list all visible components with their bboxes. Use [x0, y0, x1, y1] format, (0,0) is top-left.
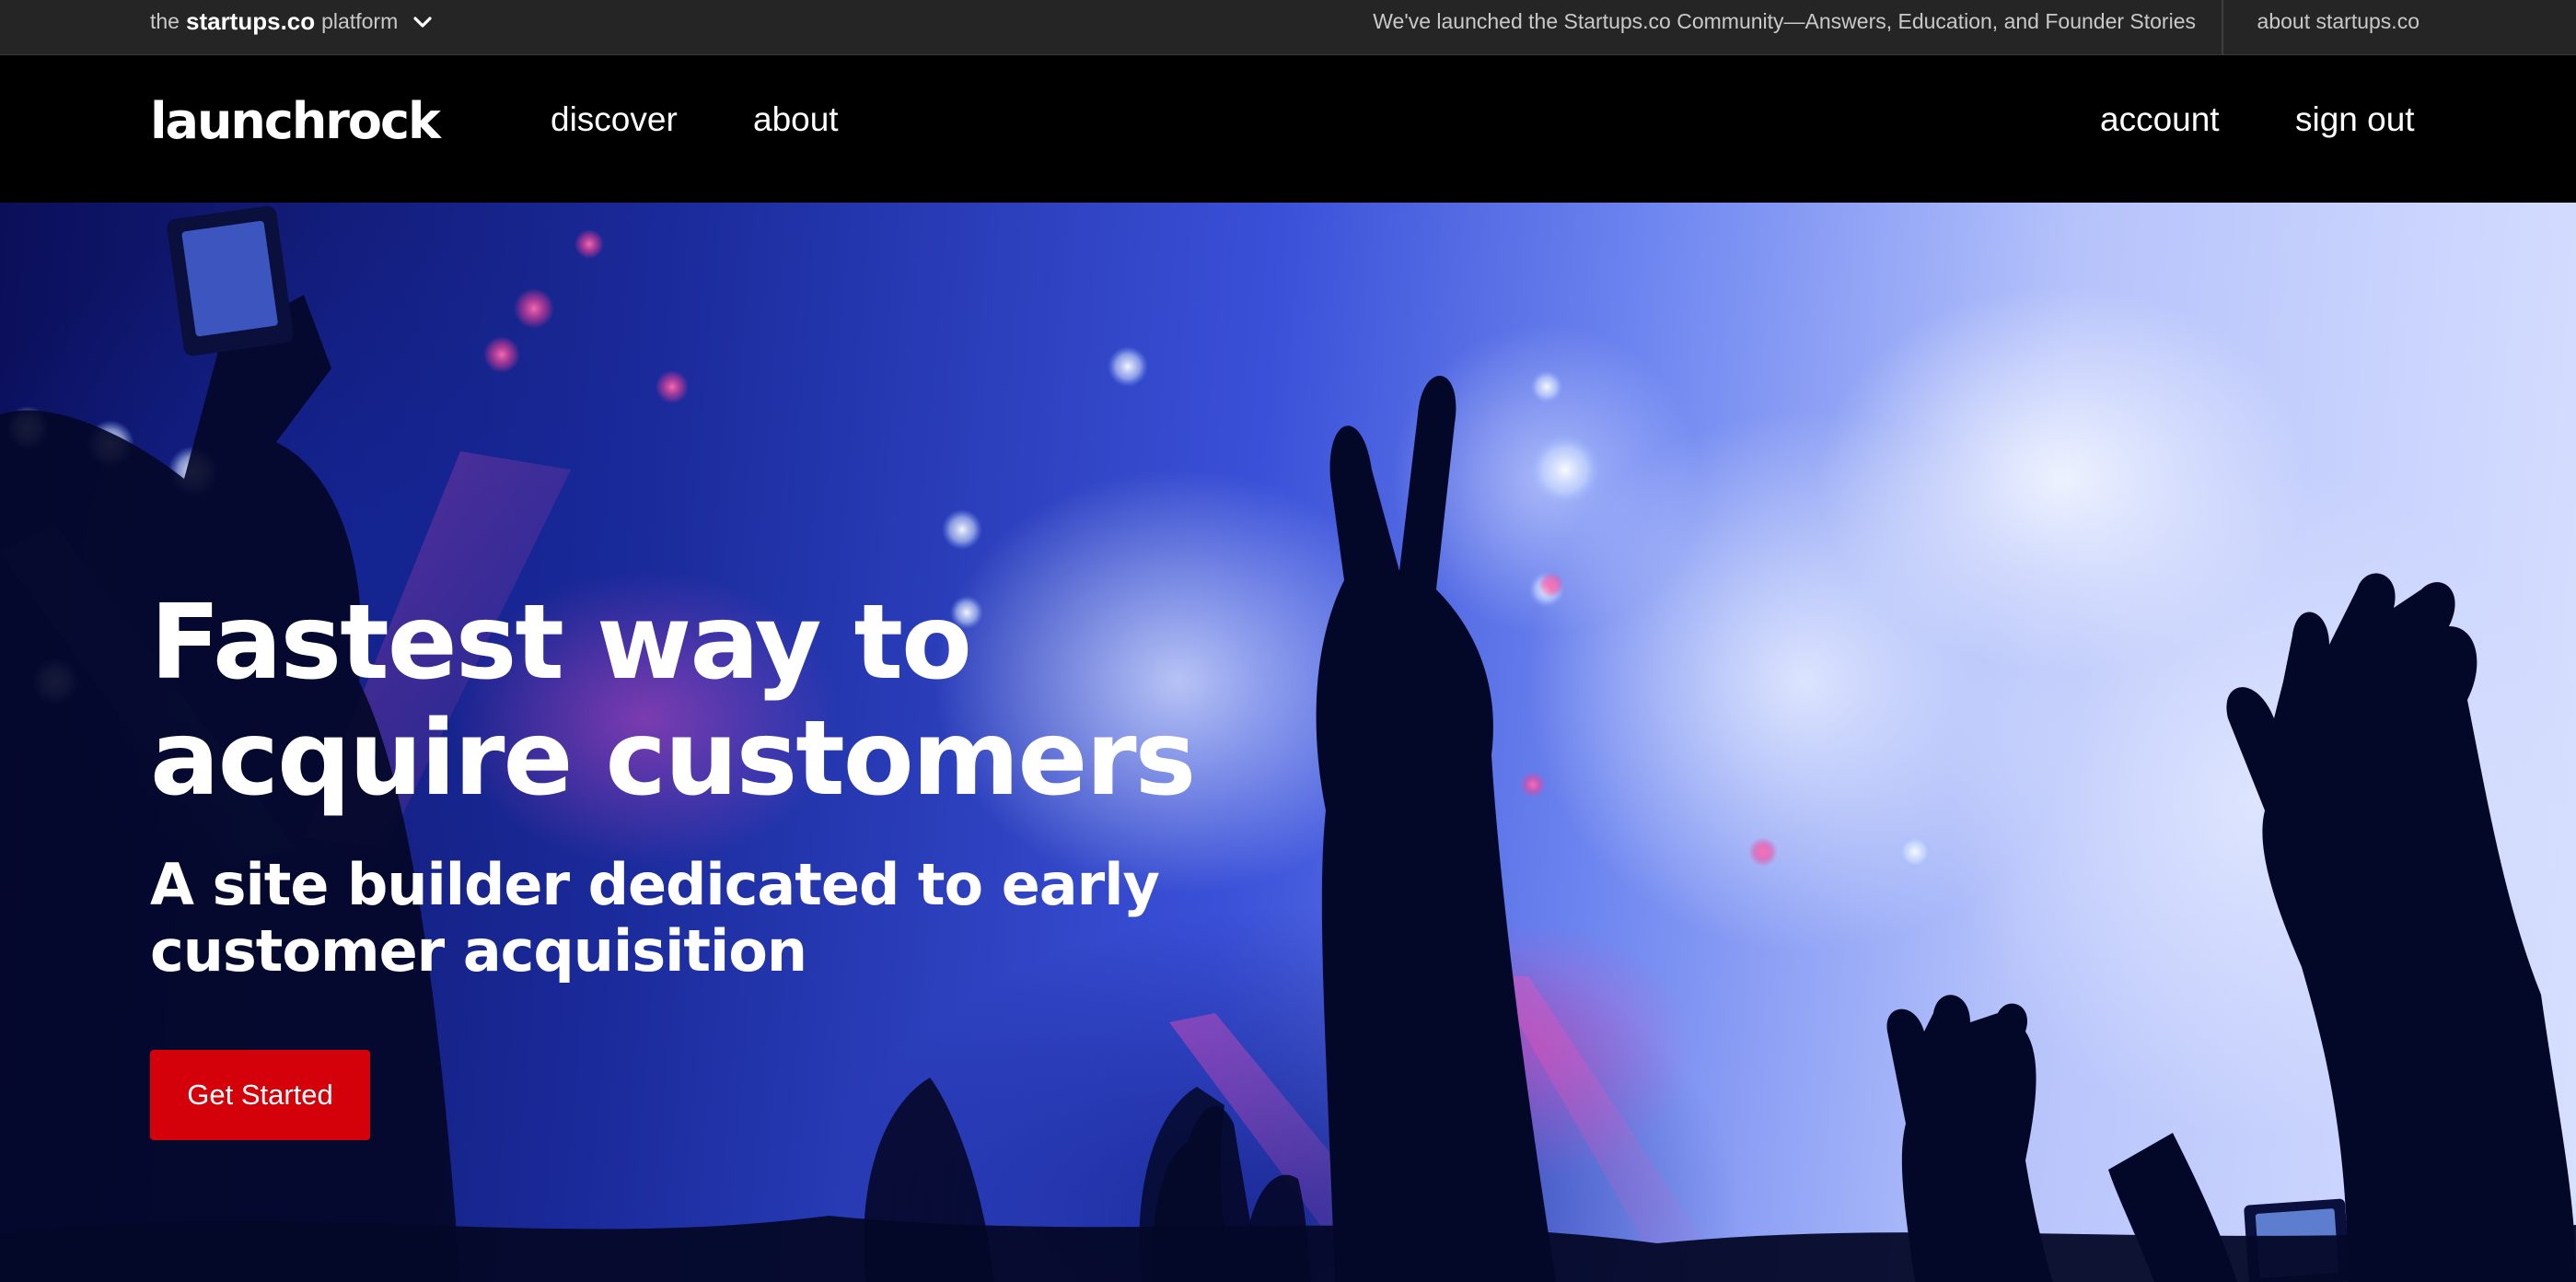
chevron-down-icon[interactable]: [412, 9, 433, 34]
platform-bar: the startups.co platform We've launched …: [0, 0, 2576, 55]
platform-brand: startups.co: [185, 6, 316, 35]
about-startups-link[interactable]: about startups.co: [2237, 0, 2419, 42]
nav-account[interactable]: account: [2100, 101, 2220, 138]
hero-subtitle: A site builder dedicated to early custom…: [150, 851, 1160, 985]
launchrock-logo[interactable]: launchrock: [150, 92, 441, 151]
get-started-button[interactable]: Get Started: [150, 1050, 370, 1140]
nav-discover[interactable]: discover: [551, 101, 678, 138]
nav-about[interactable]: about: [753, 101, 839, 138]
platform-switcher[interactable]: the startups.co platform: [150, 0, 433, 42]
main-nav: launchrock discover about account sign o…: [0, 55, 2576, 203]
hero-section: Fastest way to acquire customers A site …: [0, 203, 2576, 1282]
hero-title: Fastest way to acquire customers: [150, 583, 1196, 819]
platform-prefix: the: [150, 8, 180, 33]
platform-suffix: platform: [321, 8, 399, 33]
platform-divider: [2222, 0, 2223, 55]
announcement-link[interactable]: We've launched the Startups.co Community…: [1358, 0, 2196, 42]
nav-sign-out[interactable]: sign out: [2295, 101, 2415, 138]
